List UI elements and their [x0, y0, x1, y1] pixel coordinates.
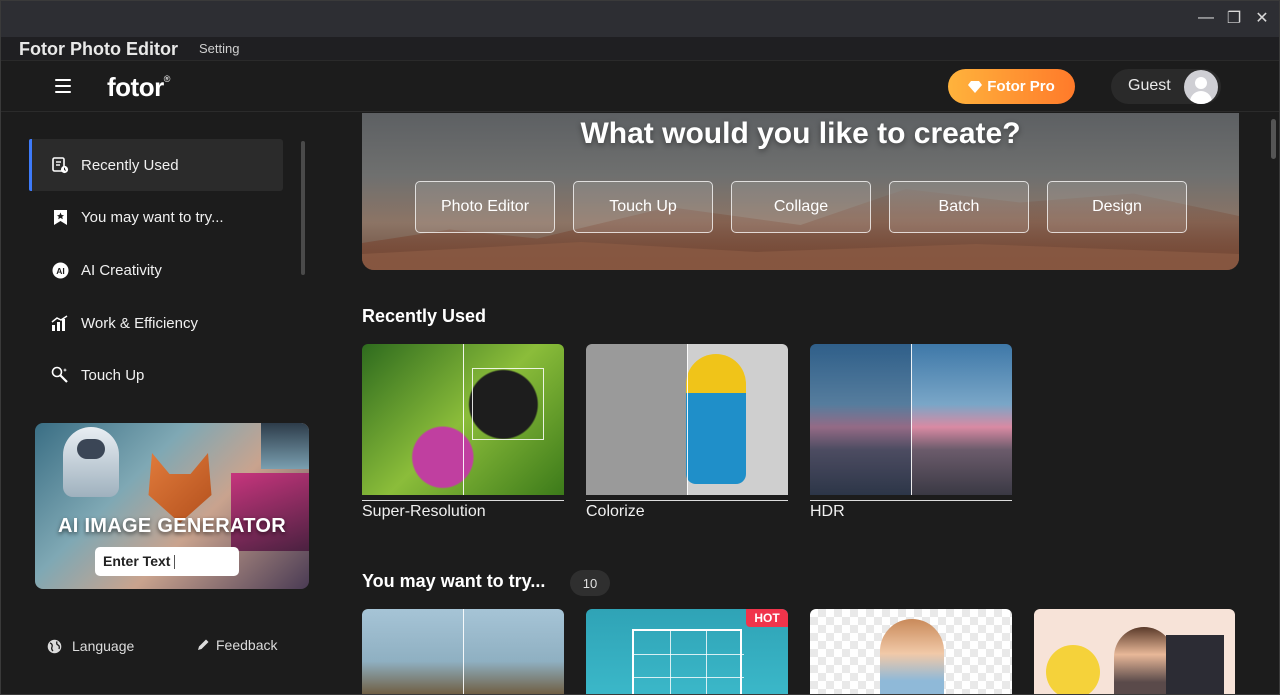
bookmark-star-icon	[51, 208, 69, 226]
sidebar-item-you-may-want-to-try[interactable]: You may want to try...	[29, 191, 283, 243]
sidebar-scrollbar[interactable]	[301, 141, 305, 275]
photo-editor-button[interactable]: Photo Editor	[415, 181, 555, 233]
account-button[interactable]: Guest	[1111, 69, 1221, 104]
chart-icon	[51, 314, 69, 332]
logo-registered-mark: ®	[163, 74, 171, 84]
touch-up-button[interactable]: Touch Up	[573, 181, 713, 233]
astronaut-illustration	[63, 427, 119, 497]
colorize-label: Colorize	[586, 503, 645, 520]
minimize-button[interactable]: —	[1197, 9, 1215, 27]
app-name: Fotor Photo Editor	[19, 39, 178, 59]
avatar[interactable]	[1184, 70, 1218, 104]
sidebar-item-label: AI Creativity	[81, 261, 162, 279]
sidebar-item-label: Work & Efficiency	[81, 314, 198, 332]
astronaut-visor	[77, 439, 105, 459]
card-underline	[810, 500, 1012, 501]
svg-text:AI: AI	[56, 266, 65, 276]
diamond-icon	[968, 80, 983, 93]
fox-illustration	[148, 453, 212, 523]
ai-icon: AI	[51, 261, 69, 279]
card-underline	[362, 500, 564, 501]
count-badge: 10	[570, 570, 610, 596]
hero-banner: What would you like to create? Photo Edi…	[362, 113, 1239, 270]
zoom-box	[472, 368, 544, 440]
close-button[interactable]: ✕	[1253, 9, 1271, 27]
sidebar-item-label: Touch Up	[81, 366, 145, 384]
compare-divider	[463, 609, 464, 694]
compare-divider	[463, 344, 464, 495]
sidebar-item-label: Recently Used	[81, 156, 179, 174]
window-controls: — ❐ ✕	[1197, 9, 1271, 27]
hdr-card[interactable]	[810, 344, 1012, 501]
try-card-4[interactable]	[1034, 609, 1235, 694]
hamburger-menu-icon[interactable]	[55, 79, 71, 93]
super-resolution-label: Super-Resolution	[362, 503, 486, 520]
recently-used-title: Recently Used	[362, 306, 487, 326]
compare-divider	[687, 344, 688, 495]
try-card-1[interactable]	[362, 609, 564, 694]
text-cursor-icon	[174, 555, 176, 570]
city-illustration	[261, 423, 309, 469]
coast-thumbnail	[810, 344, 1012, 495]
parrot-thumbnail	[586, 344, 788, 495]
compare-divider	[911, 344, 912, 495]
card-underline	[586, 500, 788, 501]
globe-icon	[47, 639, 62, 653]
app-window: — ❐ ✕ Fotor Photo Editor Setting fotor® …	[0, 0, 1280, 695]
colorize-card[interactable]	[586, 344, 788, 501]
banner-input-text: Enter Text	[103, 553, 171, 569]
before-overlay	[810, 344, 911, 495]
fotor-logo: fotor®	[107, 72, 170, 103]
language-label: Language	[72, 638, 135, 654]
logo-text: fotor	[107, 72, 164, 102]
menu-setting[interactable]: Setting	[199, 41, 239, 56]
sidebar: Recently Used You may want to try... AI …	[1, 113, 321, 694]
main-content: What would you like to create? Photo Edi…	[321, 113, 1279, 694]
sidebar-item-touch-up[interactable]: Touch Up	[29, 349, 283, 401]
smiley-sticker	[1046, 645, 1100, 694]
stickers-panel	[1166, 635, 1224, 694]
banner-title: AI IMAGE GENERATOR	[57, 515, 286, 537]
batch-button[interactable]: Batch	[889, 181, 1029, 233]
ai-image-generator-banner[interactable]: AI IMAGE GENERATOR Enter Text	[35, 423, 309, 589]
hdr-label: HDR	[810, 503, 845, 520]
guest-label: Guest	[1128, 77, 1171, 94]
portrait-illustration	[880, 619, 944, 694]
fotor-pro-label: Fotor Pro	[987, 78, 1055, 95]
super-resolution-card[interactable]	[362, 344, 564, 501]
crop-frame	[632, 629, 744, 694]
fotor-pro-button[interactable]: Fotor Pro	[948, 69, 1075, 104]
main-scrollbar[interactable]	[1271, 119, 1276, 159]
design-button[interactable]: Design	[1047, 181, 1187, 233]
banner-text-input[interactable]: Enter Text	[95, 547, 239, 576]
feedback-label: Feedback	[216, 637, 278, 653]
sidebar-item-ai-creativity[interactable]: AI AI Creativity	[29, 244, 283, 296]
you-may-want-to-try-title: You may want to try...	[362, 571, 546, 591]
sidebar-item-recently-used[interactable]: Recently Used	[29, 139, 283, 191]
hot-badge: HOT	[746, 609, 788, 627]
recent-icon	[51, 156, 69, 174]
title-bar: — ❐ ✕	[1, 1, 1279, 37]
portrait-illustration	[1114, 627, 1174, 694]
restore-button[interactable]: ❐	[1225, 9, 1243, 27]
portrait-illustration	[231, 473, 309, 551]
menu-bar: Fotor Photo Editor Setting	[1, 37, 1279, 61]
hero-title: What would you like to create?	[580, 117, 1021, 150]
pencil-icon	[198, 639, 209, 650]
try-card-2[interactable]: HOT	[586, 609, 788, 694]
language-button[interactable]: Language	[47, 638, 134, 654]
butterfly-thumbnail	[362, 344, 564, 495]
feedback-button[interactable]: Feedback	[196, 637, 277, 653]
sidebar-footer: Language Feedback	[1, 633, 321, 663]
touch-up-icon	[51, 366, 69, 384]
collage-button[interactable]: Collage	[731, 181, 871, 233]
app-header: fotor® Fotor Pro Guest	[1, 62, 1279, 112]
sidebar-item-work-efficiency[interactable]: Work & Efficiency	[29, 297, 283, 349]
try-card-3[interactable]	[810, 609, 1012, 694]
sidebar-item-label: You may want to try...	[81, 208, 224, 226]
parrot-illustration	[686, 354, 746, 484]
